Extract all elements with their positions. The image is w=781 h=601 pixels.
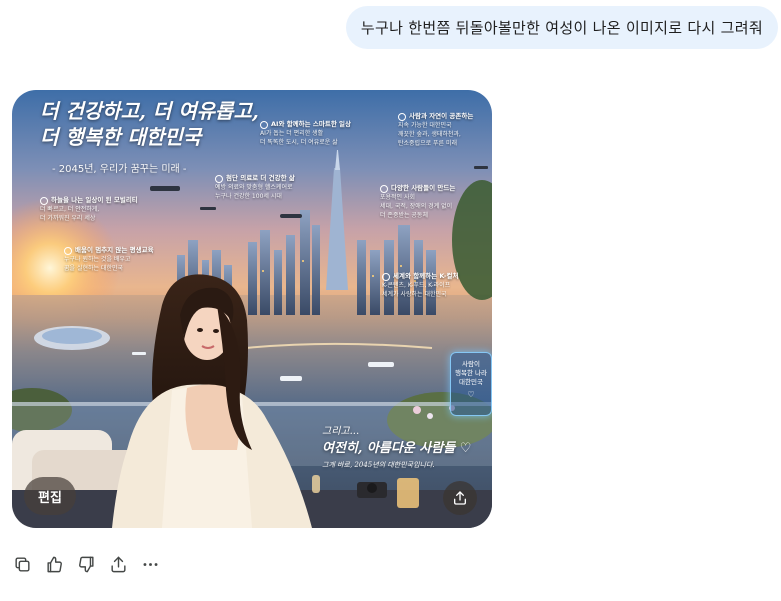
people-icon xyxy=(380,184,388,193)
info-box-heading: 배움이 멈추지 않는 평생교육 xyxy=(64,246,174,255)
info-box-nature: 사람과 자연이 공존하는 지속 가능한 대한민국 깨끗한 숲과, 생태하천과, … xyxy=(398,112,490,148)
info-line: 지속 가능한 대한민국 xyxy=(398,122,452,129)
user-message-bubble: 누구나 한번쯤 뒤돌아볼만한 여성이 나온 이미지로 다시 그려줘 xyxy=(345,6,778,49)
info-heading-text: 배움이 멈추지 않는 평생교육 xyxy=(75,246,154,254)
user-message-text: 누구나 한번쯤 뒤돌아볼만한 여성이 나온 이미지로 다시 그려줘 xyxy=(360,19,763,37)
info-box-heading: 첨단 의료로 더 건강한 삶 xyxy=(215,174,325,183)
closing-line-1: 그리고... xyxy=(322,426,360,437)
image-title: 더 건강하고, 더 여유롭고, 더 행복한 대한민국 xyxy=(40,99,259,149)
share-image-button[interactable] xyxy=(443,481,477,515)
book-icon xyxy=(64,246,72,255)
info-box-ai: AI와 함께하는 스마트한 일상 AI가 돕는 더 편리한 생활 더 똑똑한 도… xyxy=(260,120,370,147)
info-box-mobility: 하늘을 나는 일상이 된 모빌리티 더 빠르고, 더 안전하게, 더 가까워진 … xyxy=(40,196,150,223)
closing-message: 그리고... 여전히, 아름다운 사람들 ♡ 그게 바로, 2045년의 대한민… xyxy=(322,422,471,470)
info-line: 더 존중받는 공동체 xyxy=(380,212,428,219)
lightbulb-icon xyxy=(260,120,268,129)
image-subtitle: - 2045년, 우리가 꿈꾸는 미래 - xyxy=(52,164,187,175)
info-heading-text: 첨단 의료로 더 건강한 삶 xyxy=(226,174,295,182)
share-button[interactable] xyxy=(108,554,128,574)
info-line: 포용적인 사회 xyxy=(380,194,416,201)
chat-page: 누구나 한번쯤 뒤돌아볼만한 여성이 나온 이미지로 다시 그려줘 더 건강하고… xyxy=(0,0,781,601)
info-box-heading: AI와 함께하는 스마트한 일상 xyxy=(260,120,370,129)
info-line: 깨끗한 숲과, 생태하천과, xyxy=(398,131,461,138)
info-box-education: 배움이 멈추지 않는 평생교육 누구나 원하는 것을 배우고 꿈을 실현하는 대… xyxy=(64,246,174,273)
leaf-icon xyxy=(398,112,406,121)
info-line: 누구나 원하는 것을 배우고 xyxy=(64,256,131,263)
info-line: K-콘텐츠, K-푸드, K-라이프 xyxy=(382,282,451,289)
generated-image[interactable]: 더 건강하고, 더 여유롭고, 더 행복한 대한민국 - 2045년, 우리가 … xyxy=(12,90,492,528)
response-action-bar xyxy=(12,554,160,574)
thumbs-down-button[interactable] xyxy=(76,554,96,574)
heart-icon: ♡ xyxy=(467,390,475,399)
info-line: 더 똑똑한 도시, 더 여유로운 삶 xyxy=(260,139,338,146)
badge-text: 사람이 행복한 나라 대한민국 xyxy=(455,360,487,386)
happy-nation-badge: 사람이 행복한 나라 대한민국 ♡ xyxy=(450,352,492,416)
info-heading-text: 사람과 자연이 공존하는 xyxy=(409,112,474,120)
heart-icon xyxy=(215,174,223,183)
info-box-heading: 다양한 사람들이 만드는 xyxy=(380,184,488,193)
info-box-heading: 하늘을 나는 일상이 된 모빌리티 xyxy=(40,196,150,205)
info-line: 더 가까워진 우리 세상 xyxy=(40,215,96,222)
info-box-inclusive: 다양한 사람들이 만드는 포용적인 사회 세대, 국적, 장애의 경계 없이 더… xyxy=(380,184,488,220)
info-heading-text: 다양한 사람들이 만드는 xyxy=(391,184,456,192)
more-icon xyxy=(143,562,157,566)
plane-icon xyxy=(40,196,48,205)
thumbs-up-button[interactable] xyxy=(44,554,64,574)
info-line: 더 빠르고, 더 안전하게, xyxy=(40,206,100,213)
info-line: 세계가 사랑하는 대한민국 xyxy=(382,291,447,298)
info-box-kculture: 세계와 함께하는 K-컬처 K-콘텐츠, K-푸드, K-라이프 세계가 사랑하… xyxy=(382,272,482,299)
share-upload-icon xyxy=(454,491,466,505)
copy-icon xyxy=(14,556,30,572)
info-line: 탄소중립으로 푸른 미래 xyxy=(398,140,458,147)
more-options-button[interactable] xyxy=(140,554,160,574)
info-line: 누구나 건강한 100세 시대 xyxy=(215,193,282,200)
info-box-health: 첨단 의료로 더 건강한 삶 예방 의료와 맞춤형 헬스케어로 누구나 건강한 … xyxy=(215,174,325,201)
info-box-heading: 사람과 자연이 공존하는 xyxy=(398,112,490,121)
globe-icon xyxy=(382,272,390,281)
share-icon xyxy=(110,556,126,572)
info-line: 세대, 국적, 장애의 경계 없이 xyxy=(380,203,453,210)
info-heading-text: 하늘을 나는 일상이 된 모빌리티 xyxy=(51,196,138,204)
edit-image-button[interactable]: 편집 xyxy=(24,477,76,515)
closing-line-3: 그게 바로, 2045년의 대한민국입니다. xyxy=(322,461,435,469)
closing-line-2: 여전히, 아름다운 사람들 ♡ xyxy=(322,441,472,456)
info-line: 예방 의료와 맞춤형 헬스케어로 xyxy=(215,184,293,191)
copy-button[interactable] xyxy=(12,554,32,574)
info-box-heading: 세계와 함께하는 K-컬처 xyxy=(382,272,482,281)
info-heading-text: 세계와 함께하는 K-컬처 xyxy=(393,272,459,280)
thumbs-up-icon xyxy=(46,556,62,572)
info-line: 꿈을 실현하는 대한민국 xyxy=(64,265,124,272)
thumbs-down-icon xyxy=(78,556,94,572)
info-line: AI가 돕는 더 편리한 생활 xyxy=(260,130,324,137)
info-heading-text: AI와 함께하는 스마트한 일상 xyxy=(271,120,352,128)
